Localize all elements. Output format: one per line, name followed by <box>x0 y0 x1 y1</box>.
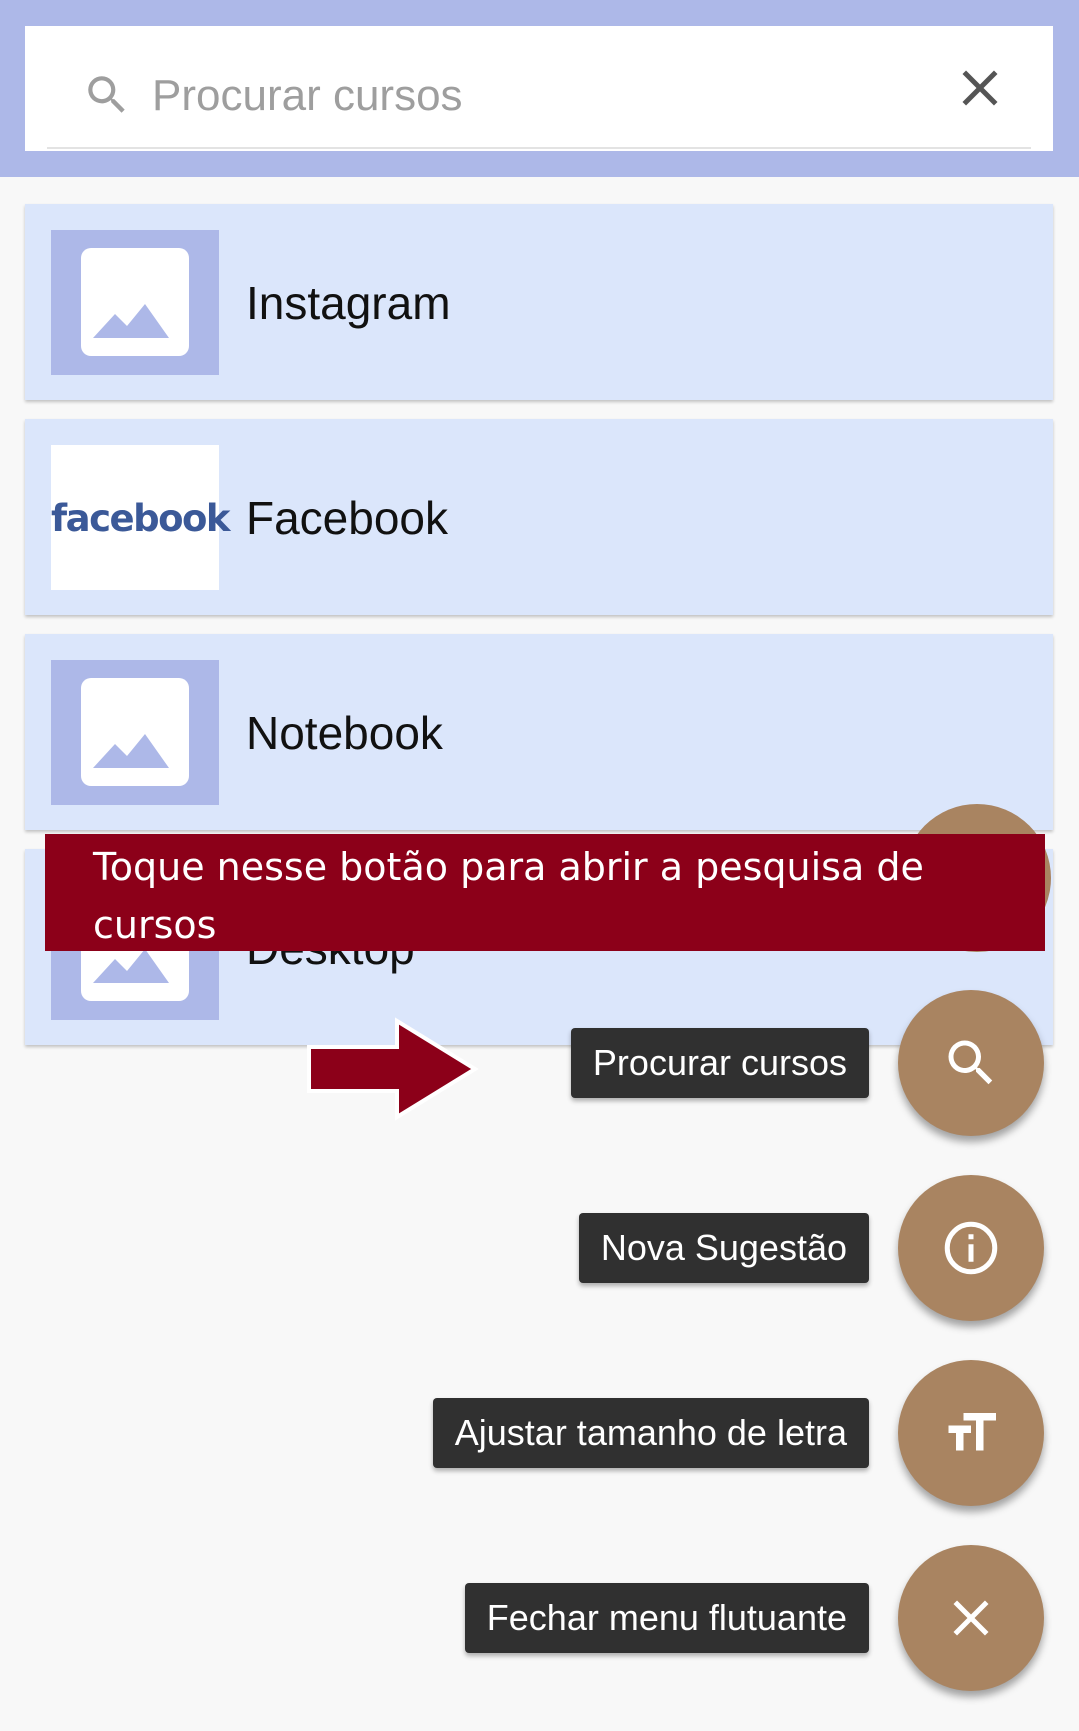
course-thumbnail <box>51 660 219 805</box>
search-toolbar <box>0 0 1079 177</box>
text-size-icon <box>948 1413 996 1451</box>
fab-label-close-menu[interactable]: Fechar menu flutuante <box>464 1583 869 1653</box>
fab-font-size-button[interactable] <box>898 1360 1044 1506</box>
arrow-right-icon <box>305 1017 483 1126</box>
fab-suggestion-button[interactable] <box>898 1175 1044 1321</box>
search-icon <box>948 1040 993 1085</box>
image-placeholder-icon <box>81 678 189 786</box>
tutorial-banner: Toque nesse botão para abrir a pesquisa … <box>45 834 1045 951</box>
close-icon <box>962 70 998 106</box>
image-placeholder-icon <box>81 248 189 356</box>
search-input[interactable] <box>150 62 854 130</box>
close-icon <box>953 1600 989 1636</box>
facebook-logo: facebook <box>51 497 231 540</box>
course-thumbnail <box>51 230 219 375</box>
course-title: Instagram <box>246 277 451 329</box>
info-icon <box>944 1221 998 1275</box>
course-card-instagram[interactable]: Instagram <box>25 204 1053 400</box>
search-underline <box>47 147 1031 149</box>
course-card-notebook[interactable]: Notebook <box>25 634 1053 830</box>
clear-search-button[interactable] <box>950 58 1010 118</box>
fab-label-font-size[interactable]: Ajustar tamanho de letra <box>432 1398 869 1468</box>
course-card-facebook[interactable]: facebook Facebook <box>25 419 1053 615</box>
fab-close-menu-button[interactable] <box>898 1545 1044 1691</box>
search-icon <box>82 70 132 120</box>
fab-label-search[interactable]: Procurar cursos <box>570 1028 869 1098</box>
fab-label-suggestion[interactable]: Nova Sugestão <box>578 1213 869 1283</box>
course-thumbnail: facebook <box>51 445 231 590</box>
fab-search-button[interactable] <box>898 990 1044 1136</box>
course-title: Facebook <box>246 492 449 544</box>
course-title: Notebook <box>246 707 443 759</box>
